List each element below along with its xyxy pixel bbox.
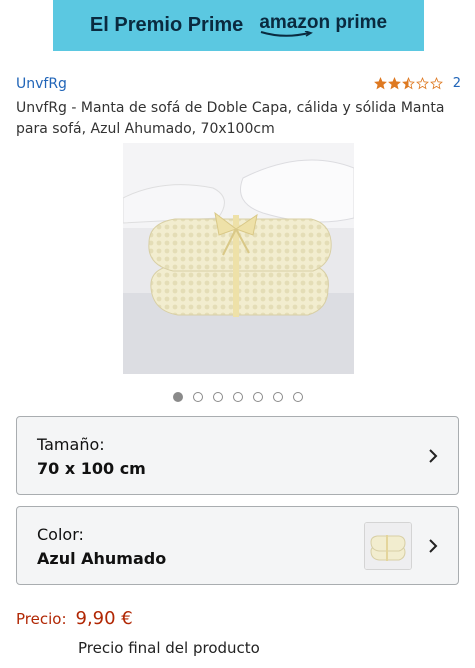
star-full-icon (373, 77, 387, 90)
smile-arrow-icon (261, 31, 314, 37)
size-value: 70 x 100 cm (37, 459, 146, 478)
carousel-dot[interactable] (172, 392, 183, 402)
rating-count: 2 (452, 76, 461, 91)
price-row: Precio: 9,90 € (16, 608, 133, 629)
amazon-prime-logo: amazon prime (259, 13, 387, 38)
product-title: UnvfRg - Manta de sofá de Doble Capa, cá… (16, 100, 445, 137)
carousel-dot[interactable] (292, 392, 303, 402)
price-value: 9,90 € (75, 608, 133, 629)
amazon-prime-wordmark: amazon prime (259, 12, 388, 33)
color-value: Azul Ahumado (37, 549, 167, 568)
size-selector[interactable]: Tamaño: 70 x 100 cm (16, 416, 459, 495)
carousel-dot[interactable] (272, 392, 283, 402)
star-half-icon (401, 77, 415, 90)
carousel-dot[interactable] (192, 392, 203, 402)
price-label: Precio: (16, 610, 67, 628)
star-rating (373, 77, 443, 90)
color-selector[interactable]: Color: Azul Ahumado (16, 506, 459, 585)
carousel-dot[interactable] (212, 392, 223, 402)
star-full-icon (387, 77, 401, 90)
price-note: Precio final del producto (78, 639, 260, 657)
chevron-right-icon (429, 449, 438, 463)
star-empty-icon (429, 77, 443, 90)
image-carousel-dots[interactable] (0, 392, 475, 402)
rating[interactable]: 2 (373, 76, 461, 91)
product-image[interactable] (122, 143, 355, 374)
color-label: Color: (37, 525, 84, 544)
brand-link[interactable]: UnvfRg (16, 76, 67, 92)
prime-banner[interactable]: El Premio Prime amazon prime (53, 0, 424, 51)
color-thumbnail (364, 522, 412, 570)
banner-text: El Premio Prime (89, 14, 244, 36)
chevron-right-icon (429, 539, 438, 553)
star-empty-icon (415, 77, 429, 90)
carousel-dot[interactable] (232, 392, 243, 402)
carousel-dot[interactable] (252, 392, 263, 402)
size-label: Tamaño: (37, 435, 105, 454)
